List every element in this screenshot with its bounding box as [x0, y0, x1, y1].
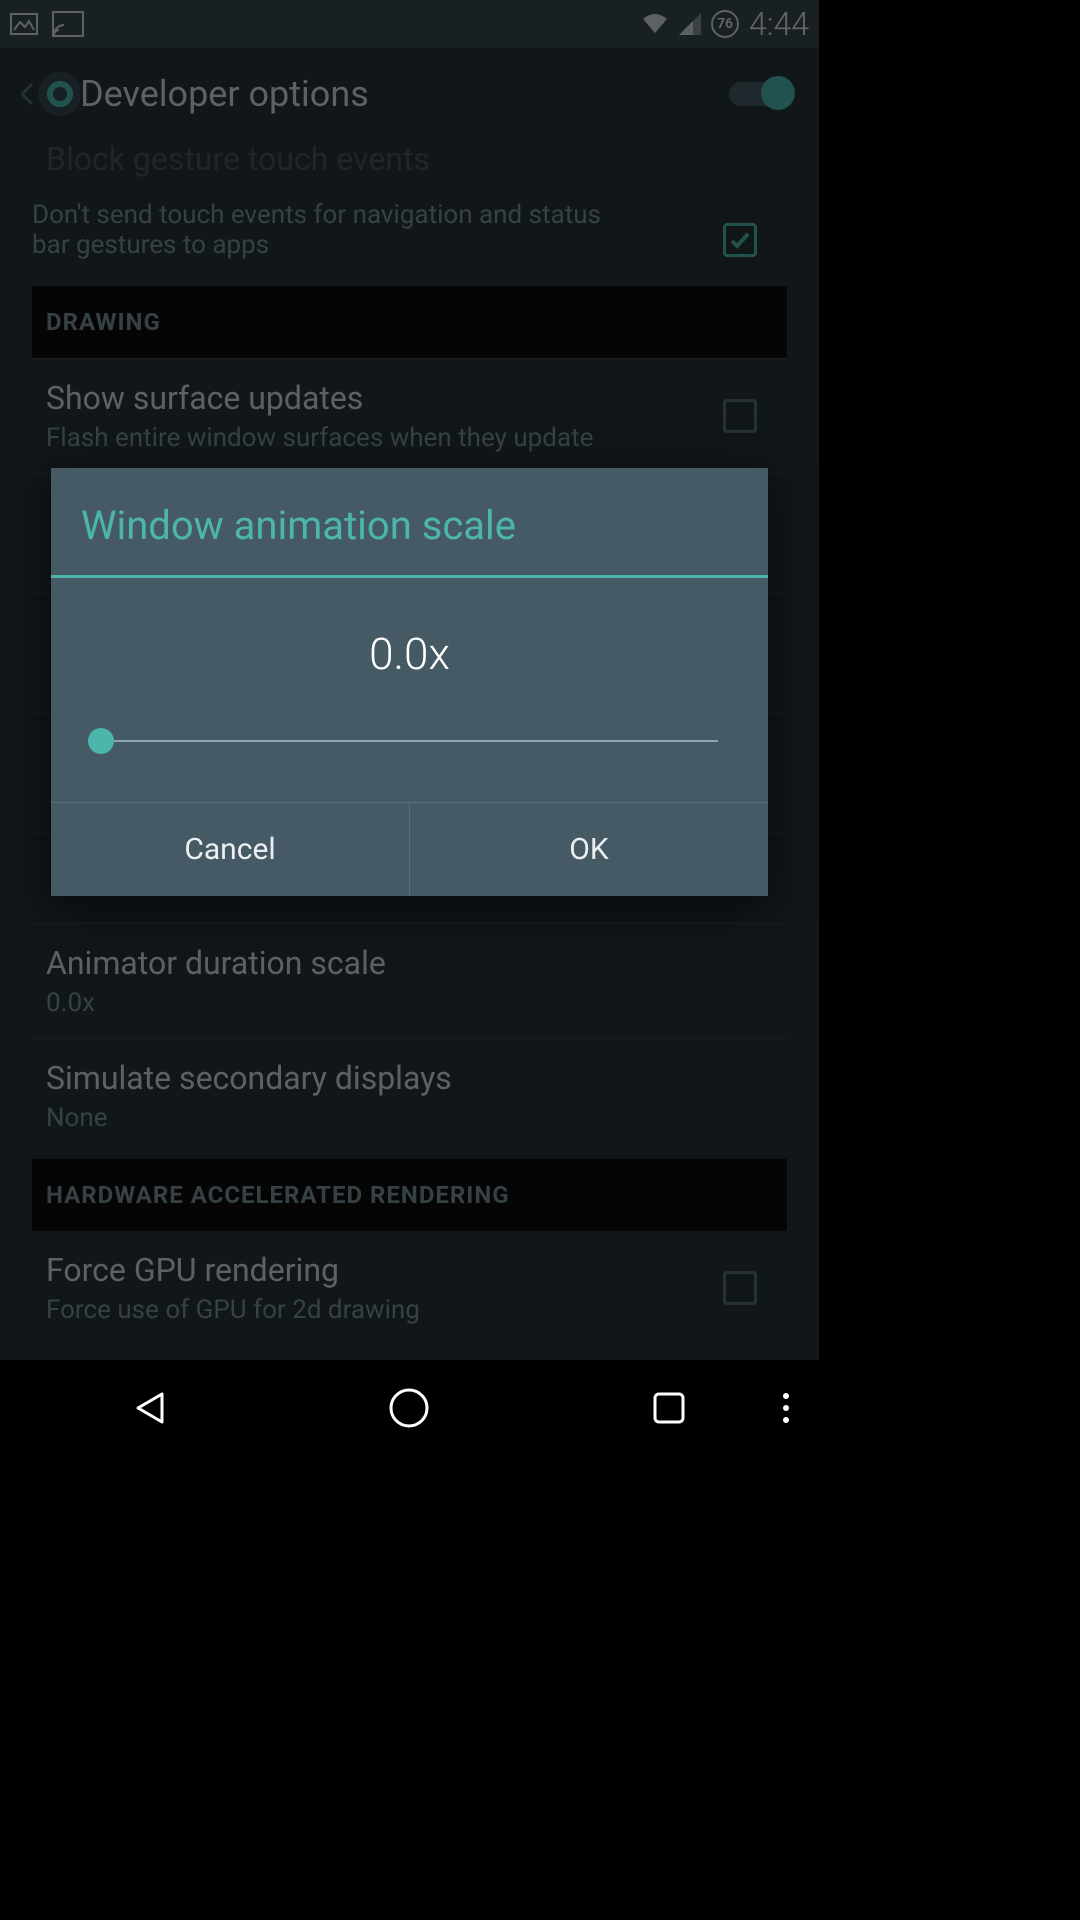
window-animation-scale-dialog: Window animation scale 0.0x Cancel OK — [51, 468, 768, 896]
nav-recents-button[interactable] — [614, 1388, 724, 1428]
nav-home-button[interactable] — [354, 1386, 464, 1430]
navigation-bar — [0, 1360, 819, 1456]
scale-slider[interactable] — [101, 740, 718, 742]
cancel-button[interactable]: Cancel — [51, 803, 410, 896]
nav-back-button[interactable] — [95, 1388, 205, 1428]
slider-thumb[interactable] — [88, 728, 114, 754]
dialog-title: Window animation scale — [51, 468, 768, 578]
ok-button[interactable]: OK — [410, 803, 768, 896]
nav-overflow-icon[interactable] — [783, 1393, 789, 1423]
scale-value-label: 0.0x — [91, 628, 728, 680]
